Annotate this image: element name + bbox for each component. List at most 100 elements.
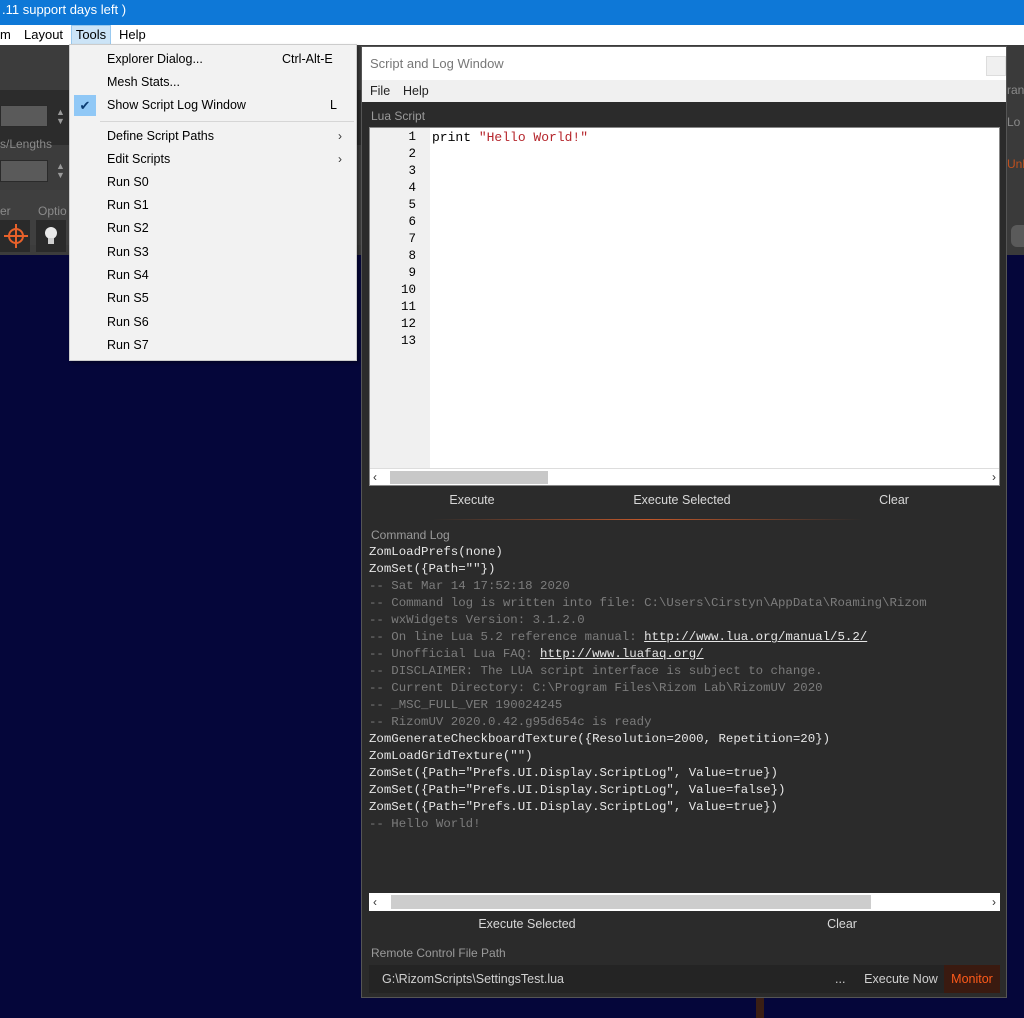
menu-run-s1[interactable]: Run S1 — [70, 194, 356, 217]
menu-mesh-stats[interactable]: Mesh Stats... — [70, 71, 356, 94]
menu-item-tools[interactable]: Tools — [71, 25, 111, 45]
scroll-left-icon[interactable]: ‹ — [373, 893, 377, 911]
line-number-gutter: 1 2 3 4 5 6 7 8 9 10 11 12 13 — [370, 128, 430, 469]
command-log-label: Command Log — [371, 528, 450, 542]
menu-item-label: Run S2 — [107, 221, 149, 235]
log-execute-selected-button[interactable]: Execute Selected — [462, 912, 592, 936]
log-line: -- On line Lua 5.2 reference manual: htt… — [369, 629, 867, 646]
scroll-right-icon[interactable]: › — [992, 893, 996, 911]
lengths-label: s/Lengths — [0, 137, 53, 151]
log-horizontal-scrollbar[interactable]: ‹ › — [369, 893, 1000, 911]
log-line: -- Unofficial Lua FAQ: http://www.luafaq… — [369, 646, 704, 663]
menu-run-s0[interactable]: Run S0 — [70, 171, 356, 194]
code-string: "Hello World!" — [478, 130, 589, 145]
menu-define-script-paths[interactable]: Define Script Paths › — [70, 125, 356, 148]
menu-item-layout[interactable]: Layout — [24, 25, 63, 45]
menu-run-s5[interactable]: Run S5 — [70, 287, 356, 310]
log-line: -- RizomUV 2020.0.42.g95d654c is ready — [369, 715, 652, 729]
script-window-title: Script and Log Window — [370, 56, 504, 71]
menu-item-label: Explorer Dialog... — [107, 52, 203, 66]
menu-run-s3[interactable]: Run S3 — [70, 241, 356, 264]
script-window-title-bar[interactable]: Script and Log Window — [362, 47, 1006, 80]
log-line: ZomSet({Path="Prefs.UI.Display.ScriptLog… — [369, 766, 778, 780]
scrollbar-thumb[interactable] — [390, 471, 548, 484]
menu-run-s7[interactable]: Run S7 — [70, 334, 356, 357]
log-line: ZomSet({Path="Prefs.UI.Display.ScriptLog… — [369, 783, 786, 797]
line-number: 9 — [408, 266, 416, 280]
spin-arrows-icon[interactable]: ▲ ▼ — [56, 162, 65, 180]
editor-horizontal-scrollbar[interactable]: ‹ › — [370, 468, 999, 485]
lua-script-editor[interactable]: 1 2 3 4 5 6 7 8 9 10 11 12 13 print "Hel… — [369, 127, 1000, 486]
submenu-arrow-icon: › — [338, 129, 342, 143]
menu-item-label: Run S5 — [107, 291, 149, 305]
remote-path-field[interactable]: G:\RizomScripts\SettingsTest.lua — [382, 965, 564, 993]
toolbar-input-2[interactable] — [0, 160, 48, 182]
er-label: er — [0, 204, 11, 218]
log-line: ZomLoadPrefs(none) — [369, 546, 503, 559]
script-menu-help[interactable]: Help — [403, 80, 429, 102]
script-log-window: Script and Log Window File Help Lua Scri… — [361, 46, 1007, 998]
line-number: 6 — [408, 215, 416, 229]
menu-item-label: Show Script Log Window — [107, 98, 246, 112]
browse-button[interactable]: ... — [835, 965, 845, 993]
log-line: ZomLoadGridTexture("") — [369, 749, 533, 763]
move-gizmo-icon — [4, 224, 28, 248]
line-number: 7 — [408, 232, 416, 246]
line-number: 11 — [400, 300, 416, 314]
line-number: 5 — [408, 198, 416, 212]
scroll-left-icon[interactable]: ‹ — [373, 469, 377, 485]
log-line: -- Command log is written into file: C:\… — [369, 596, 927, 610]
move-tool-button[interactable] — [0, 220, 30, 252]
menu-explorer-dialog[interactable]: Explorer Dialog... Ctrl-Alt-E — [70, 48, 356, 71]
scroll-right-icon[interactable]: › — [992, 469, 996, 485]
toolbar-input-1[interactable] — [0, 105, 48, 127]
line-number: 2 — [408, 147, 416, 161]
menu-item-label: Run S4 — [107, 268, 149, 282]
line-number: 8 — [408, 249, 416, 263]
menu-separator — [100, 121, 354, 122]
menu-edit-scripts[interactable]: Edit Scripts › — [70, 148, 356, 171]
log-line: -- Hello World! — [369, 817, 481, 831]
right-tool-icon[interactable] — [1011, 225, 1024, 247]
menu-item-help[interactable]: Help — [119, 25, 146, 45]
menu-item-m[interactable]: m — [0, 25, 11, 45]
close-button[interactable] — [986, 56, 1006, 76]
lightbulb-icon — [45, 227, 57, 244]
execute-button[interactable]: Execute — [422, 488, 522, 512]
log-line: -- _MSC_FULL_VER 190024245 — [369, 698, 563, 712]
menu-run-s2[interactable]: Run S2 — [70, 217, 356, 240]
menu-show-script-log[interactable]: ✔ Show Script Log Window L — [70, 94, 356, 117]
right-label-1: ran — [1007, 83, 1024, 97]
right-label-3: Unl — [1007, 157, 1024, 171]
spin-arrows-icon[interactable]: ▲ ▼ — [56, 108, 65, 126]
tools-menu: Explorer Dialog... Ctrl-Alt-E Mesh Stats… — [69, 44, 357, 361]
scrollbar-thumb[interactable] — [391, 895, 871, 909]
menu-run-s4[interactable]: Run S4 — [70, 264, 356, 287]
execute-now-button[interactable]: Execute Now — [859, 965, 943, 993]
log-line: ZomGenerateCheckboardTexture({Resolution… — [369, 732, 831, 746]
code-line[interactable]: print "Hello World!" — [432, 130, 588, 145]
light-tool-button[interactable] — [36, 220, 66, 252]
script-menu-file[interactable]: File — [370, 80, 390, 102]
clear-button[interactable]: Clear — [862, 488, 926, 512]
execute-selected-button[interactable]: Execute Selected — [622, 488, 742, 512]
command-log[interactable]: ZomLoadPrefs(none) ZomSet({Path=""}) -- … — [369, 546, 1001, 891]
log-line: -- DISCLAIMER: The LUA script interface … — [369, 664, 823, 678]
checkmark-icon: ✔ — [74, 95, 96, 116]
line-number: 4 — [408, 181, 416, 195]
line-number: 10 — [400, 283, 416, 297]
menu-run-s6[interactable]: Run S6 — [70, 311, 356, 334]
remote-control-label: Remote Control File Path — [371, 946, 506, 960]
right-label-2: Lo — [1007, 115, 1021, 129]
line-number: 13 — [400, 334, 416, 348]
log-clear-button[interactable]: Clear — [812, 912, 872, 936]
log-text: -- Unofficial Lua FAQ: — [369, 647, 541, 661]
monitor-button[interactable]: Monitor — [944, 965, 1000, 993]
menu-shortcut: Ctrl-Alt-E — [282, 52, 333, 66]
lua-manual-link[interactable]: http://www.lua.org/manual/5.2/ — [644, 630, 867, 644]
lua-faq-link[interactable]: http://www.luafaq.org/ — [540, 647, 704, 661]
lua-script-label: Lua Script — [371, 109, 426, 123]
code-keyword: print — [432, 130, 479, 145]
menu-item-label: Define Script Paths — [107, 129, 214, 143]
log-line: -- wxWidgets Version: 3.1.2.0 — [369, 613, 585, 627]
